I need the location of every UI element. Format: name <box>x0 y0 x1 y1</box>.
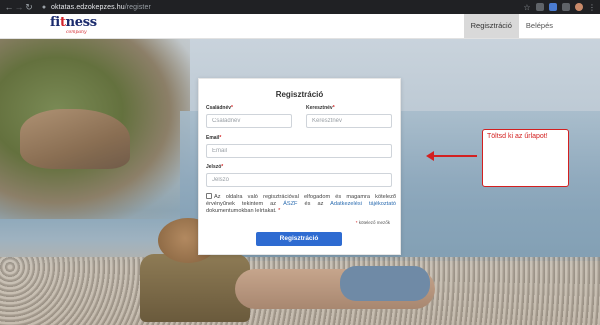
logo-text-1: fi <box>50 15 60 30</box>
extension-icon[interactable] <box>536 3 544 11</box>
browser-toolbar: ← → ↻ ● oktatas.edzokepzes.hu/register ☆… <box>0 0 600 14</box>
header-nav: Regisztráció Belépés <box>463 14 560 38</box>
annotation-text: Töltsd ki az űrlapot! <box>487 133 548 140</box>
aszf-link[interactable]: ÁSZF <box>283 201 297 207</box>
email-label: Email* <box>206 135 222 141</box>
bg-backpack <box>140 254 250 322</box>
annotation-arrow <box>432 155 477 157</box>
back-icon[interactable]: ← <box>4 0 14 14</box>
annotation-note: Töltsd ki az űrlapot! <box>482 129 569 187</box>
address-bar[interactable]: oktatas.edzokepzes.hu/register <box>51 4 151 11</box>
first-name-input[interactable] <box>306 114 392 128</box>
nav-login[interactable]: Belépés <box>519 14 560 38</box>
bg-rock <box>20 109 130 169</box>
fitness-logo[interactable]: fitness company <box>50 16 97 36</box>
lock-icon[interactable]: ● <box>40 4 48 11</box>
puzzle-icon[interactable] <box>562 3 570 11</box>
more-menu-icon[interactable]: ⋮ <box>588 3 596 12</box>
extension-icon[interactable] <box>549 3 557 11</box>
required-fields-note: * kötelező mezők <box>355 220 390 225</box>
registration-form: Regisztráció Családnév* Keresztnév* Emai… <box>198 78 401 255</box>
register-button[interactable]: Regisztráció <box>256 232 342 246</box>
logo-subtitle: company <box>66 30 87 35</box>
first-name-label: Keresztnév* <box>306 105 335 111</box>
url-domain: oktatas.edzokepzes.hu <box>51 3 125 11</box>
logo-text-2: ness <box>65 15 97 30</box>
url-path: /register <box>124 3 151 11</box>
last-name-input[interactable] <box>206 114 292 128</box>
form-title: Regisztráció <box>275 90 324 99</box>
site-header: fitness company Regisztráció Belépés <box>0 14 600 39</box>
password-label: Jelszó* <box>206 164 224 170</box>
consent-checkbox[interactable] <box>206 193 212 199</box>
bookmark-star-icon[interactable]: ☆ <box>523 3 531 12</box>
annotation-arrow-head <box>426 151 434 161</box>
nav-register[interactable]: Regisztráció <box>463 14 519 38</box>
password-input[interactable] <box>206 173 392 187</box>
consent-text: Az oldalra való regisztrációval elfogado… <box>206 193 397 214</box>
last-name-label: Családnév* <box>206 105 233 111</box>
privacy-policy-link[interactable]: Adatkezelési tájékoztató <box>330 201 396 207</box>
bg-jeans <box>340 266 430 301</box>
forward-icon[interactable]: → <box>14 0 24 14</box>
profile-avatar[interactable] <box>575 3 583 11</box>
reload-icon[interactable]: ↻ <box>24 0 34 14</box>
email-input[interactable] <box>206 144 392 158</box>
